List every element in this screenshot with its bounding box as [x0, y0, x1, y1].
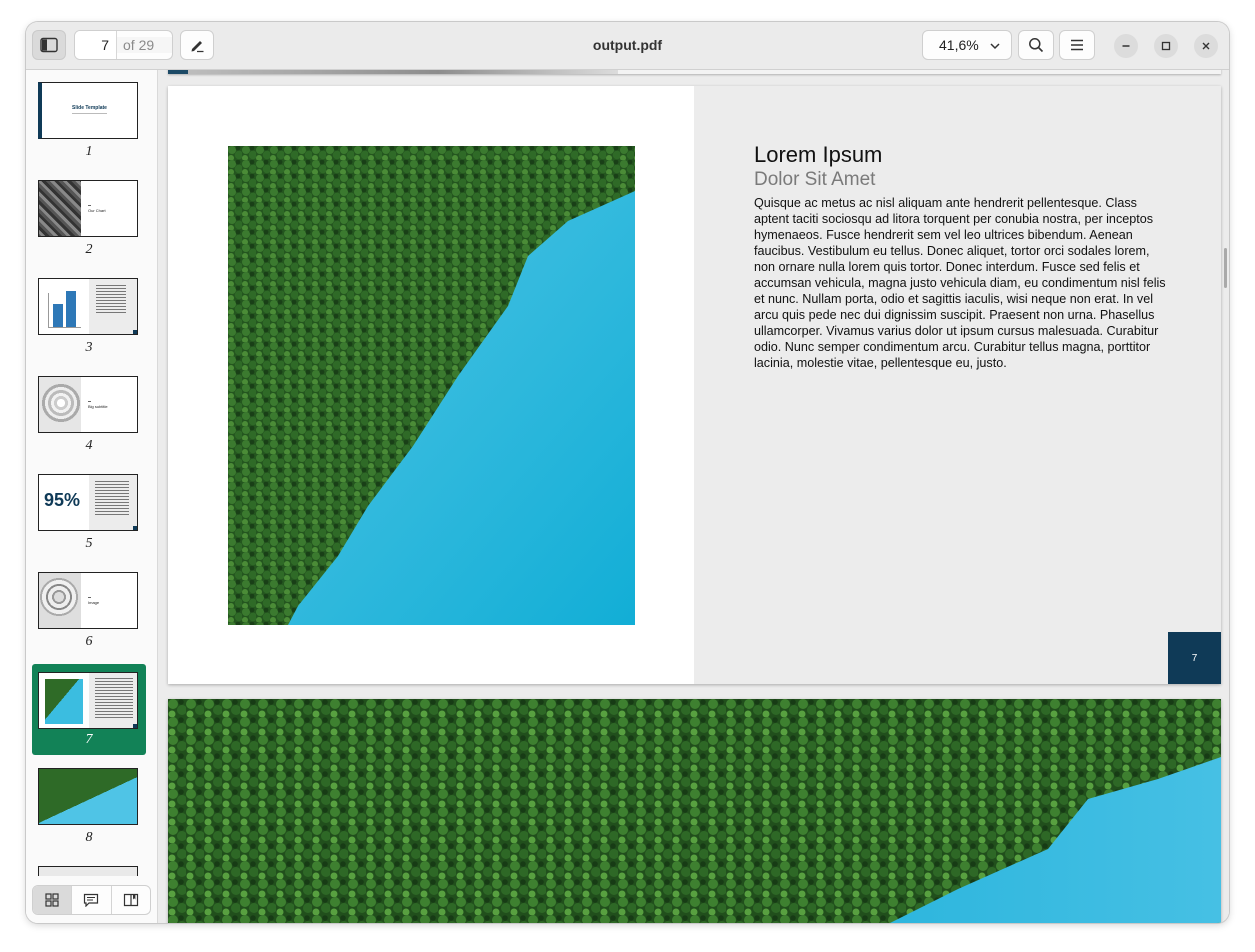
thumbnail-page-3[interactable]: 3	[32, 266, 146, 357]
pencil-annotate-icon	[191, 41, 204, 53]
thumbnail-image	[45, 679, 83, 724]
zoom-level: 41,6%	[939, 37, 979, 53]
thumbnail-label: 4	[85, 438, 93, 453]
thumbnail-title: Our Chart	[88, 208, 106, 213]
thumbnail-label: 7	[85, 732, 93, 747]
thumbnail-label: 6	[85, 634, 93, 649]
pdf-page-8	[168, 699, 1221, 923]
maximize-button[interactable]	[1154, 34, 1178, 58]
close-button[interactable]	[1194, 34, 1218, 58]
thumbnail-title: Big subtitle	[88, 404, 108, 409]
maximize-icon	[1161, 41, 1171, 51]
chevron-down-icon	[990, 43, 1000, 50]
document-view[interactable]: Lorem Ipsum Dolor Sit Amet Quisque ac me…	[158, 70, 1229, 923]
thumbnail-page-6[interactable]: Image 6	[32, 560, 146, 651]
grid-view-icon	[45, 893, 59, 907]
thumbnail-stat: 95%	[44, 490, 81, 510]
slide-heading: Lorem Ipsum	[754, 142, 883, 167]
sidebar-view-switcher-bar	[26, 876, 157, 923]
bookmarks-view-icon	[123, 893, 138, 907]
pdf-viewer-window: 7 of 29 output.pdf 41,6% Slide Template …	[26, 22, 1229, 923]
thumbnails-view-button[interactable]	[33, 886, 73, 914]
hamburger-menu-icon	[1071, 39, 1083, 51]
thumbnail-page-5[interactable]: 95% 5	[32, 462, 146, 553]
current-page-input[interactable]: 7	[75, 31, 117, 59]
minimize-button[interactable]	[1114, 34, 1138, 58]
thumbnail-image	[39, 573, 81, 628]
thumbnail-page-7[interactable]: 7	[32, 664, 146, 755]
scrollbar-thumb[interactable]	[1224, 248, 1227, 288]
thumbnail-page-1[interactable]: Slide Template 1	[32, 70, 146, 161]
thumbnail-label: 1	[85, 144, 93, 159]
previous-page	[168, 70, 1221, 74]
thumbnail-title: Slide Template	[72, 105, 107, 111]
thumbnail-image	[39, 769, 137, 824]
zoom-dropdown[interactable]: 41,6%	[922, 30, 1012, 60]
search-button[interactable]	[1018, 30, 1054, 60]
thumbnail-page-8[interactable]: 8	[32, 756, 146, 847]
page-number-field[interactable]: 7 of 29	[74, 30, 173, 60]
annotations-view-button[interactable]	[72, 886, 112, 914]
thumbnail-label: 5	[85, 536, 93, 551]
bookmarks-view-button[interactable]	[112, 886, 150, 914]
main-menu-button[interactable]	[1059, 30, 1095, 60]
search-icon	[1029, 38, 1044, 53]
slide-subheading: Dolor Sit Amet	[754, 169, 876, 190]
page-total-label: of 29	[117, 37, 172, 53]
thumbnail-label: 3	[85, 340, 93, 355]
pdf-page-7: Lorem Ipsum Dolor Sit Amet Quisque ac me…	[168, 86, 1221, 684]
thumbnail-page-4[interactable]: Big subtitle 4	[32, 364, 146, 455]
forest-lake-banner-photo	[168, 699, 1221, 923]
sidebar-toggle-icon	[40, 37, 58, 53]
slide-body-text: Quisque ac metus ac nisl aliquam ante he…	[754, 196, 1166, 370]
minimize-icon	[1122, 45, 1130, 47]
thumbnail-page-2[interactable]: Our Chart 2	[32, 168, 146, 259]
sidebar-view-switcher	[32, 885, 151, 915]
thumbnail-label: 2	[85, 242, 93, 257]
slide-page-number: 7	[1168, 632, 1221, 684]
thumbnail-sidebar: Slide Template 1 Our Chart 2 3 Big subti…	[26, 70, 158, 923]
thumbnail-label: 8	[85, 830, 93, 845]
thumbnail-image	[39, 377, 81, 432]
header-bar: 7 of 29 output.pdf 41,6%	[26, 22, 1229, 70]
annotate-button[interactable]	[180, 30, 214, 60]
sidebar-toggle-button[interactable]	[32, 30, 66, 60]
close-icon	[1202, 42, 1210, 50]
forest-lake-photo	[228, 146, 635, 625]
thumbnail-title: Image	[88, 600, 100, 605]
annotations-view-icon	[84, 893, 99, 907]
thumbnail-image	[39, 181, 81, 236]
